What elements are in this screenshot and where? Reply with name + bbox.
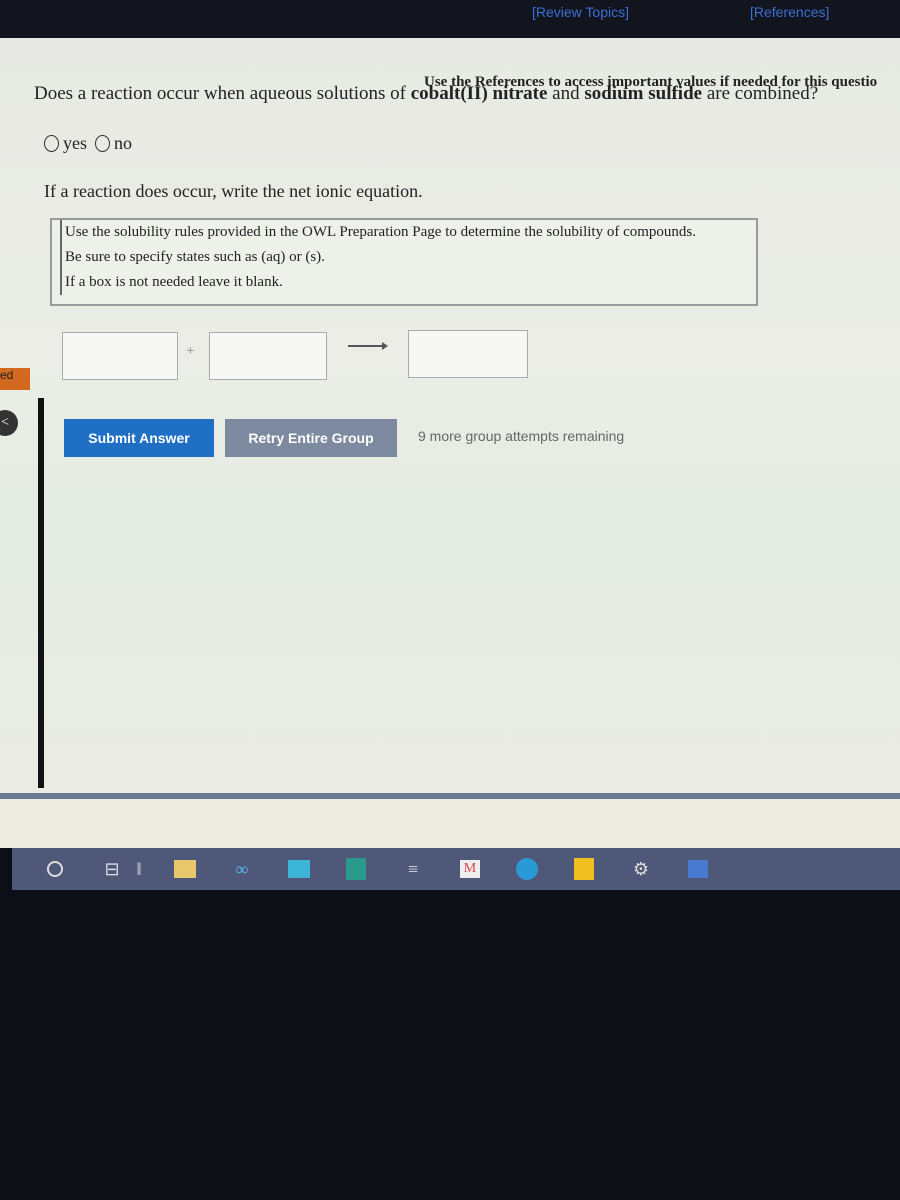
no-radio[interactable] (95, 135, 110, 152)
info-box: Use the solubility rules provided in the… (50, 218, 758, 306)
question-mid: and (547, 83, 585, 104)
info-line: If a box is not needed leave it blank. (60, 270, 756, 295)
reactant-1-input[interactable] (62, 332, 178, 380)
attempts-remaining: 9 more group attempts remaining (418, 428, 625, 444)
task-view-icon[interactable]: ⊟ (98, 857, 126, 881)
question-post: are combined? (702, 83, 819, 104)
reaction-arrow-icon (348, 342, 388, 350)
question-panel: Use the References to access important v… (0, 38, 900, 848)
side-tab[interactable]: ed (0, 368, 30, 390)
separator: ‖ (136, 858, 142, 879)
question-text: Does a reaction occur when aqueous solut… (34, 83, 818, 105)
reactant-1: cobalt(II) nitrate (410, 83, 548, 104)
retry-group-button[interactable]: Retry Entire Group (225, 419, 397, 457)
photos-icon[interactable] (684, 857, 712, 881)
reactant-2-input[interactable] (209, 332, 327, 380)
product-input[interactable] (408, 330, 528, 378)
reactant-2: sodium sulfide (584, 83, 703, 104)
plus-sign: + (186, 343, 195, 359)
instruction-text: If a reaction does occur, write the net … (44, 181, 423, 201)
references-link[interactable]: [References] (750, 4, 829, 20)
review-topics-link[interactable]: [Review Topics] (532, 4, 629, 20)
top-bar: [Review Topics] [References] (0, 0, 900, 38)
info-line: Use the solubility rules provided in the… (60, 220, 756, 245)
reaction-options: yes no (44, 133, 132, 154)
submit-answer-button[interactable]: Submit Answer (64, 419, 214, 457)
no-label[interactable]: no (114, 133, 132, 154)
infinity-app-icon[interactable]: ∞ (228, 857, 256, 881)
yes-label[interactable]: yes (63, 133, 87, 154)
gmail-icon[interactable]: M (456, 857, 484, 881)
mail-icon[interactable] (285, 857, 313, 881)
stack-app-icon[interactable]: ≡ (399, 857, 427, 881)
divider (38, 398, 44, 788)
info-line: Be sure to specify states such as (aq) o… (60, 245, 756, 270)
question-pre: Does a reaction occur when aqueous solut… (34, 83, 411, 104)
sticky-notes-icon[interactable] (570, 857, 598, 881)
divider (0, 793, 900, 799)
edge-icon[interactable] (513, 857, 541, 881)
yellow-app-icon[interactable] (342, 857, 370, 881)
taskbar: ⊟ ‖ ∞ ≡ M ⚙ (12, 848, 900, 890)
search-icon[interactable] (41, 857, 69, 881)
file-explorer-icon[interactable] (171, 857, 199, 881)
back-arrow-icon[interactable]: < (0, 410, 18, 436)
settings-icon[interactable]: ⚙ (627, 857, 655, 881)
yes-radio[interactable] (44, 135, 59, 152)
